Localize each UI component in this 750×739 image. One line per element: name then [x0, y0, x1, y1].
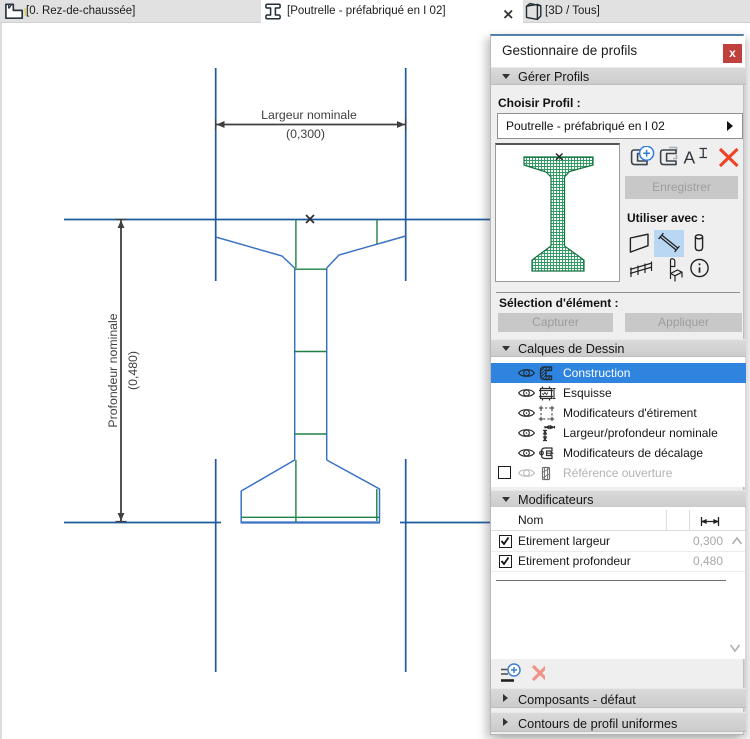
- svg-text:Profondeur nominale: Profondeur nominale: [106, 313, 120, 427]
- svg-text:(0,300): (0,300): [286, 127, 325, 141]
- svg-text:(0,480): (0,480): [126, 351, 140, 390]
- svg-text:A: A: [684, 148, 696, 168]
- svg-text:Largeur nominale: Largeur nominale: [261, 108, 357, 122]
